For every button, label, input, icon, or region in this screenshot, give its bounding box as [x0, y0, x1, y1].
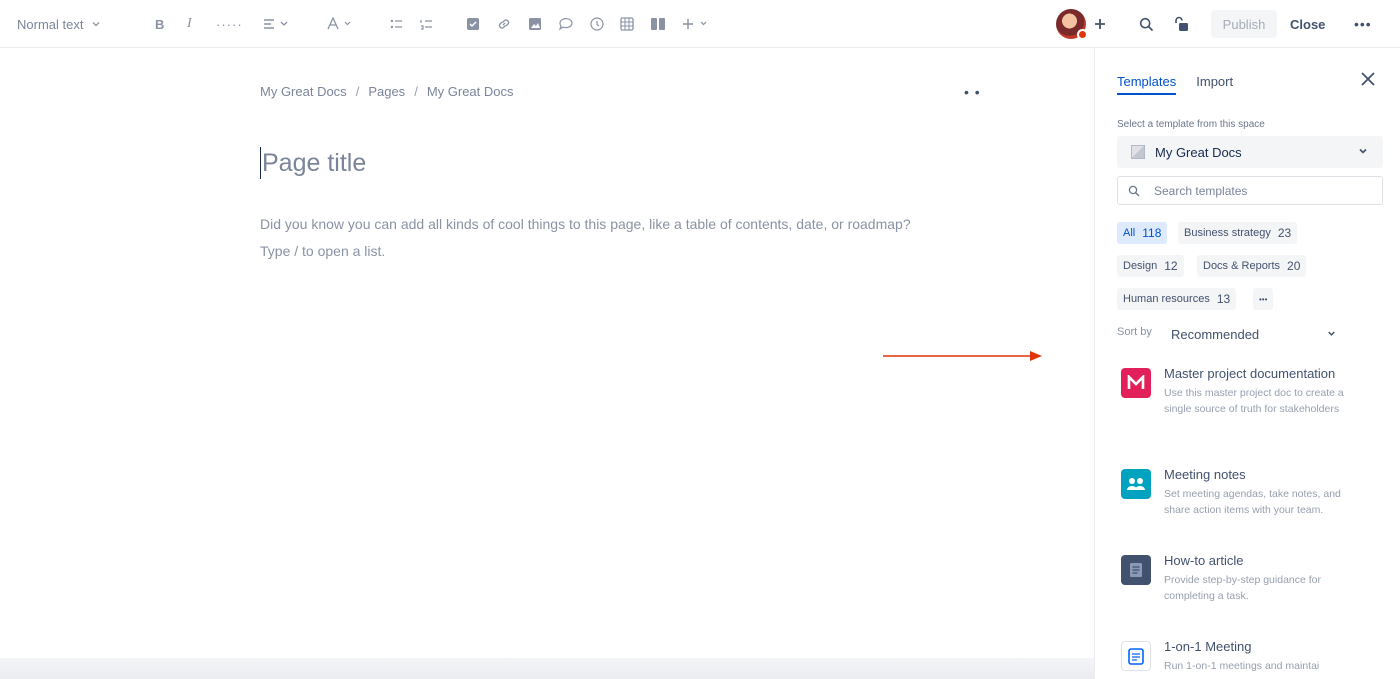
breadcrumb-item-space[interactable]: My Great Docs	[260, 84, 347, 99]
template-name: 1-on-1 Meeting	[1164, 639, 1252, 654]
master-project-icon	[1121, 368, 1151, 398]
space-select-label: Select a template from this space	[1117, 119, 1265, 130]
article-icon	[1121, 555, 1151, 585]
chip-count: 20	[1287, 259, 1301, 273]
chip-label: Human resources	[1123, 293, 1210, 305]
chevron-down-icon	[93, 22, 100, 27]
template-name: Master project documentation	[1164, 366, 1336, 381]
avatar-status-badge	[1077, 29, 1088, 40]
space-select[interactable]: My Great Docs	[1117, 136, 1383, 168]
template-description: Use this master project doc to create a …	[1164, 387, 1344, 415]
status-bar	[0, 658, 1095, 679]
filter-chip-business-strategy[interactable]: Business strategy 23	[1178, 222, 1298, 244]
sort-select[interactable]: Recommended	[1171, 323, 1337, 345]
search-icon[interactable]	[1139, 0, 1154, 48]
breadcrumb: My Great Docs / Pages / My Great Docs	[260, 84, 514, 99]
filter-chip-all[interactable]: All 118	[1117, 222, 1168, 244]
template-search-input[interactable]: Search templates	[1117, 176, 1383, 205]
breadcrumb-item-current[interactable]: My Great Docs	[427, 84, 514, 99]
template-description: Provide step-by-step guidance for comple…	[1164, 574, 1322, 602]
avatar[interactable]	[1056, 9, 1088, 40]
chip-count: 12	[1164, 259, 1178, 273]
chip-label: Design	[1123, 260, 1158, 272]
publish-button[interactable]: Publish	[1211, 10, 1277, 38]
search-icon	[1128, 185, 1140, 196]
panel-tabs: Templates Import	[1117, 74, 1233, 95]
templates-panel: Templates Import Select a template from …	[1094, 48, 1400, 679]
table-icon[interactable]	[620, 0, 634, 48]
more-formatting-icon[interactable]: ·····	[216, 0, 243, 48]
link-icon[interactable]	[497, 0, 511, 48]
restrictions-lock-icon[interactable]	[1173, 0, 1191, 48]
page-title-input[interactable]: Page title	[260, 147, 366, 179]
layout-icon[interactable]	[650, 0, 666, 48]
template-name: Meeting notes	[1164, 467, 1246, 482]
more-filters-button[interactable]: •••	[1253, 288, 1274, 310]
chip-count: 118	[1142, 226, 1162, 240]
people-icon	[1121, 469, 1151, 499]
text-style-label: Normal text	[17, 16, 84, 32]
more-actions-icon[interactable]: •••	[1354, 0, 1372, 48]
text-style-dropdown[interactable]: Normal text	[17, 0, 101, 48]
hint-line-1: Did you know you can add all kinds of co…	[260, 216, 911, 232]
close-editor-button[interactable]: Close	[1290, 10, 1325, 38]
sort-label: Sort by	[1117, 326, 1152, 338]
search-placeholder: Search templates	[1154, 183, 1248, 198]
space-image-icon	[1131, 145, 1145, 159]
chip-label: All	[1123, 227, 1136, 239]
task-icon[interactable]	[466, 0, 480, 48]
bullet-list-icon[interactable]	[390, 0, 402, 48]
calendar-icon	[1121, 641, 1151, 671]
sort-select-value: Recommended	[1171, 326, 1260, 342]
chip-count: 23	[1277, 226, 1292, 240]
chip-label: Docs & Reports	[1203, 260, 1281, 272]
breadcrumb-item-pages[interactable]: Pages	[368, 84, 405, 99]
chip-label: Business strategy	[1184, 227, 1271, 239]
mention-icon[interactable]	[558, 0, 574, 48]
filter-chip-design[interactable]: Design 12	[1117, 255, 1184, 277]
template-description: Run 1-on-1 meetings and maintai	[1164, 660, 1320, 672]
template-description: Set meeting agendas, take notes, and sha…	[1164, 488, 1341, 516]
align-icon[interactable]	[263, 0, 291, 48]
text-color-icon[interactable]	[326, 0, 354, 48]
template-name: How-to article	[1164, 553, 1244, 568]
sort-control: Sort by Recommended	[1117, 326, 1335, 342]
filter-chip-docs-reports[interactable]: Docs & Reports 20	[1197, 255, 1307, 277]
chip-count: 13	[1216, 292, 1231, 306]
numbered-list-icon[interactable]	[420, 0, 432, 48]
filter-chip-human-resources[interactable]: Human resources 13	[1117, 288, 1237, 310]
space-select-value: My Great Docs	[1155, 144, 1242, 160]
editor-toolbar: Normal text B I ····· Publish Close •••	[0, 0, 1400, 48]
close-panel-icon[interactable]	[1361, 70, 1375, 90]
image-icon[interactable]	[528, 0, 542, 48]
hint-line-2: Type / to open a list.	[260, 243, 386, 259]
emoji-icon[interactable]	[590, 0, 604, 48]
page-options-icon[interactable]: • •	[964, 84, 981, 100]
bold-icon[interactable]: B	[155, 0, 164, 48]
insert-icon[interactable]	[682, 0, 710, 48]
chevron-down-icon	[1328, 331, 1335, 336]
annotation-arrow	[883, 351, 1042, 361]
breadcrumb-separator: /	[355, 84, 360, 99]
chevron-down-icon	[1359, 148, 1367, 154]
breadcrumb-separator: /	[414, 84, 418, 99]
editor-hint[interactable]: Did you know you can add all kinds of co…	[260, 211, 1020, 265]
tab-templates[interactable]: Templates	[1117, 74, 1177, 95]
italic-icon[interactable]: I	[187, 0, 192, 48]
tab-import[interactable]: Import	[1196, 74, 1233, 95]
invite-plus-icon[interactable]	[1093, 0, 1107, 48]
